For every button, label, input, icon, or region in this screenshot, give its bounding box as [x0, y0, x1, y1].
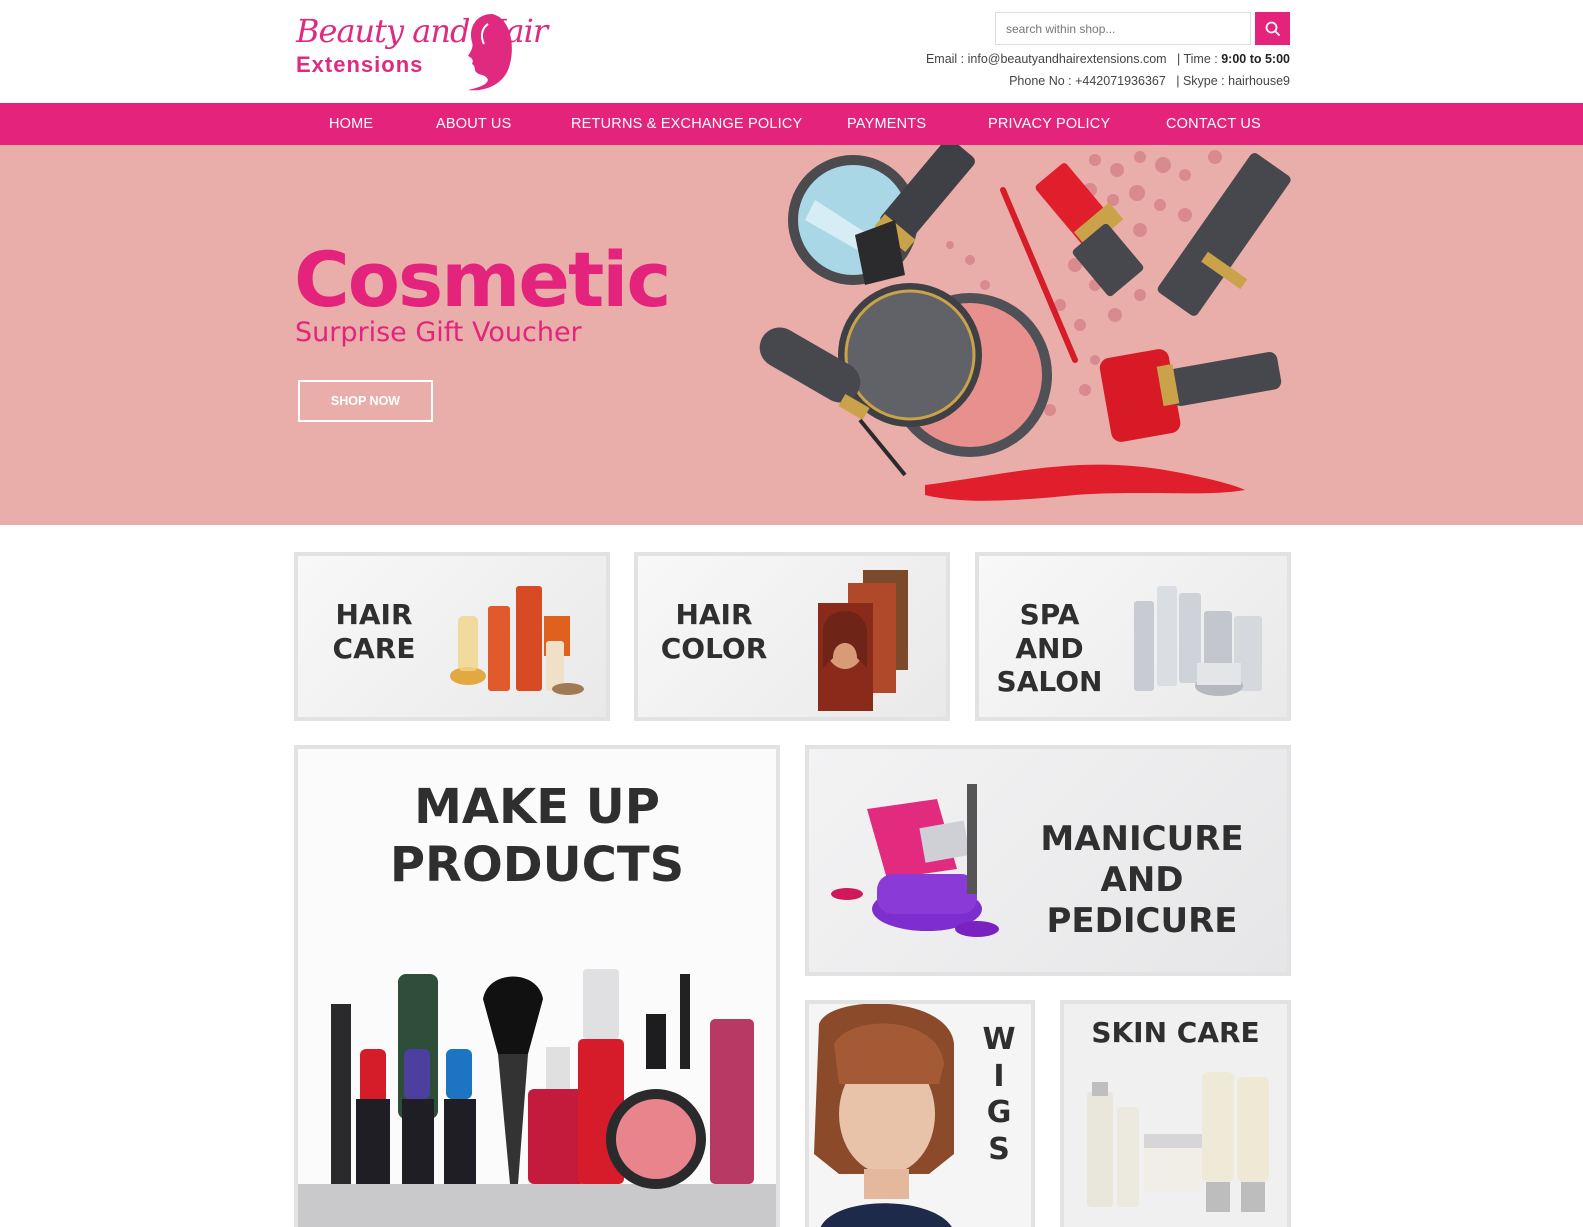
- category-wigs[interactable]: W I G S: [805, 1000, 1035, 1227]
- spa-salon-title: SPA AND SALON: [987, 598, 1112, 699]
- logo-text-line2: Extensions: [296, 52, 424, 77]
- skype-label: | Skype :: [1176, 74, 1229, 88]
- skin-care-title-line1: SKIN CARE: [1091, 1016, 1260, 1049]
- hair-color-title: HAIR COLOR: [658, 598, 770, 665]
- spa-salon-title-line1: SPA AND: [1015, 598, 1084, 665]
- main-nav: HOME ABOUT US RETURNS & EXCHANGE POLICY …: [0, 103, 1583, 145]
- email-label: Email :: [925, 52, 968, 66]
- hair-color-boxes-image: [818, 570, 908, 711]
- nav-privacy-policy[interactable]: PRIVACY POLICY: [988, 103, 1110, 145]
- phone-label: Phone No :: [1009, 74, 1076, 88]
- hair-care-products-image: [450, 586, 584, 695]
- woman-silhouette-icon: [468, 14, 512, 91]
- manicure-title-line1: MANICURE AND: [1040, 819, 1244, 900]
- search-icon: [1265, 21, 1280, 36]
- makeup-title-line1: MAKE UP: [414, 779, 660, 835]
- hair-care-title-line1: HAIR: [335, 598, 413, 631]
- makeup-products-image: [298, 969, 776, 1227]
- time-value: 9:00 to 5:00: [1221, 52, 1290, 66]
- category-hair-care[interactable]: HAIR CARE: [294, 552, 610, 721]
- search-input[interactable]: [995, 12, 1251, 45]
- wigs-title-letter-3: G: [986, 1095, 1012, 1131]
- wigs-title-letter-1: W: [982, 1022, 1016, 1057]
- category-hair-color[interactable]: HAIR COLOR: [634, 552, 950, 721]
- hair-color-title-line2: COLOR: [660, 631, 768, 665]
- manicure-title: MANICURE AND PEDICURE: [1007, 819, 1277, 941]
- category-manicure-pedicure[interactable]: MANICURE AND PEDICURE: [805, 745, 1291, 976]
- spa-salon-title-line2: SALON: [996, 665, 1103, 699]
- category-skin-care[interactable]: SKIN CARE: [1060, 1000, 1291, 1227]
- hair-care-title: HAIR CARE: [318, 598, 430, 665]
- wigs-title-letter-4: S: [988, 1131, 1010, 1167]
- nav-returns-exchange[interactable]: RETURNS & EXCHANGE POLICY: [571, 103, 802, 145]
- nail-polish-image: [831, 784, 999, 937]
- wigs-title-letter-2: I: [993, 1058, 1005, 1094]
- category-spa-salon[interactable]: SPA AND SALON: [975, 552, 1291, 721]
- site-logo[interactable]: Beauty and Hair Extensions: [294, 10, 548, 92]
- site-header: Beauty and Hair Extensions Email : info@…: [0, 0, 1583, 103]
- email-link[interactable]: info@beautyandhairextensions.com: [968, 52, 1167, 66]
- wig-model-image: [814, 1004, 954, 1227]
- skype-value: hairhouse9: [1228, 74, 1290, 88]
- nav-contact-us[interactable]: CONTACT US: [1166, 103, 1261, 145]
- wigs-title: W I G S: [979, 1022, 1019, 1168]
- nav-home[interactable]: HOME: [329, 103, 373, 145]
- skin-care-title: SKIN CARE: [1064, 1016, 1287, 1050]
- banner-subtitle: Surprise Gift Voucher: [295, 317, 582, 348]
- makeup-title-line2: PRODUCTS: [389, 836, 685, 893]
- shop-now-button[interactable]: SHOP NOW: [298, 380, 433, 422]
- makeup-title: MAKE UP PRODUCTS: [298, 779, 776, 894]
- category-makeup-products[interactable]: MAKE UP PRODUCTS: [294, 745, 780, 1227]
- hair-color-title-line1: HAIR: [675, 598, 753, 631]
- page: Beauty and Hair Extensions Email : info@…: [0, 0, 1583, 1227]
- nav-payments[interactable]: PAYMENTS: [847, 103, 926, 145]
- cosmetics-illustration: [759, 145, 1291, 501]
- search-button[interactable]: [1255, 12, 1290, 45]
- time-label: | Time :: [1176, 52, 1222, 66]
- hero-banner: Cosmetic Surprise Gift Voucher SHOP NOW: [0, 145, 1583, 525]
- hair-care-title-line2: CARE: [332, 631, 416, 665]
- contact-email-time: Email : info@beautyandhairextensions.com…: [926, 52, 1290, 66]
- phone-value: +442071936367: [1075, 74, 1166, 88]
- skin-care-products-image: [1087, 1072, 1269, 1212]
- contact-phone-skype: Phone No : +442071936367 | Skype : hairh…: [1009, 74, 1290, 88]
- nav-about-us[interactable]: ABOUT US: [436, 103, 511, 145]
- spa-salon-products-image: [1134, 586, 1262, 696]
- banner-title: Cosmetic: [294, 235, 671, 324]
- manicure-title-line2: PEDICURE: [1046, 900, 1238, 941]
